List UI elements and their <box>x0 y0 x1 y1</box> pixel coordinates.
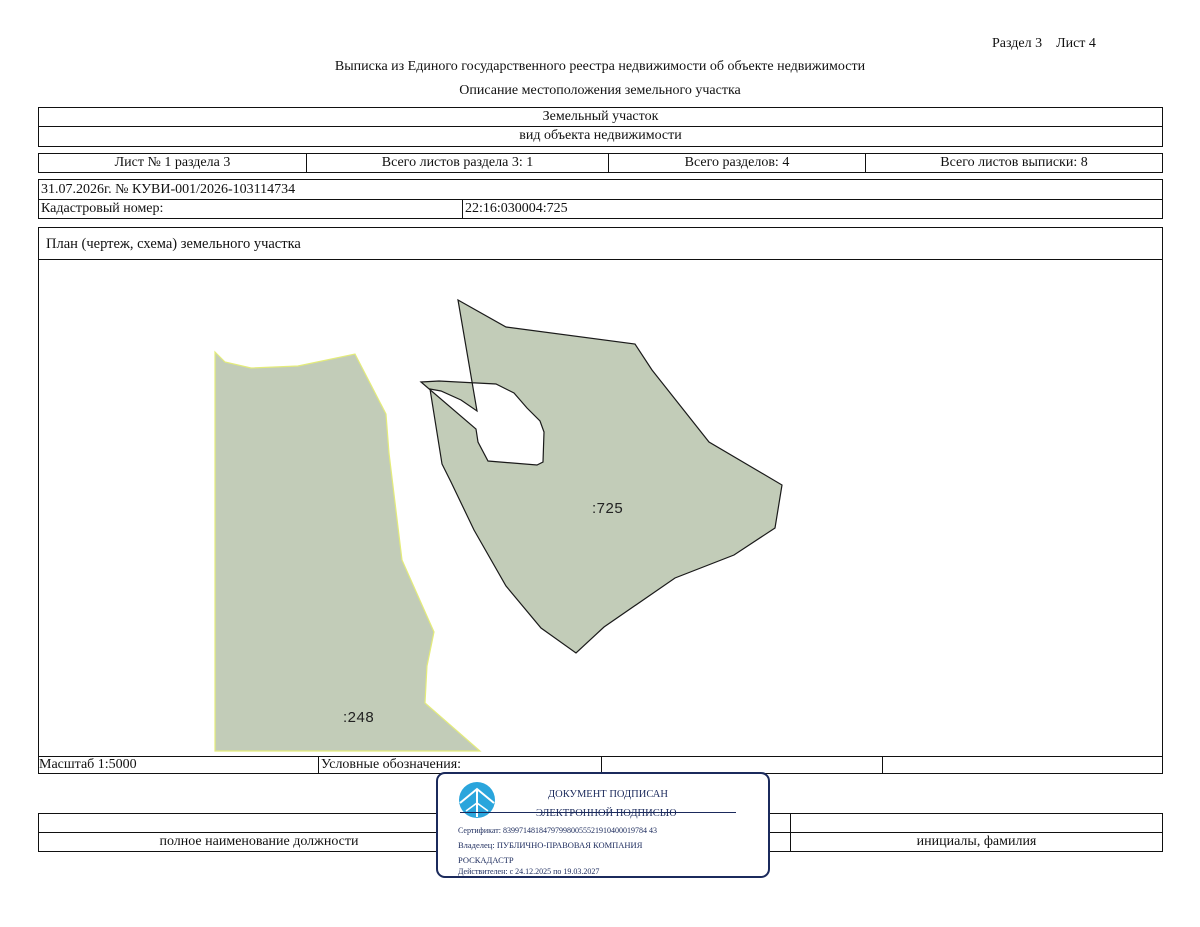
position-caption: полное наименование должности <box>159 834 359 849</box>
stamp-owner-1: Владелец: ПУБЛИЧНО-ПРАВОВАЯ КОМПАНИЯ <box>458 840 643 850</box>
sheets-row: Лист № 1 раздела 3 Всего листов раздела … <box>38 153 1163 173</box>
plan-table: План (чертеж, схема) земельного участка … <box>38 227 1163 774</box>
parcel-725-label: :725 <box>592 500 624 517</box>
section-sheet-label: Раздел 3 Лист 4 <box>992 36 1096 51</box>
stamp-certificate: Сертификат: 8399714818479799800555219104… <box>458 826 657 835</box>
stamp-line-2: ЭЛЕКТРОННОЙ ПОДПИСЬЮ <box>536 808 677 819</box>
document-subtitle: Описание местоположения земельного участ… <box>459 83 741 98</box>
parcel-725-shape <box>419 298 783 654</box>
cadastral-label: Кадастровый номер: <box>41 201 164 216</box>
electronic-signature-stamp: ДОКУМЕНТ ПОДПИСАН ЭЛЕКТРОННОЙ ПОДПИСЬЮ С… <box>436 772 770 878</box>
stamp-divider <box>460 812 736 813</box>
plan-title: План (чертеж, схема) земельного участка <box>46 236 301 252</box>
cadastral-number: 22:16:030004:725 <box>465 201 568 216</box>
document-title: Выписка из Единого государственного реес… <box>334 59 866 74</box>
stamp-owner-2: РОСКАДАСТР <box>458 855 514 865</box>
stamp-line-1: ДОКУМЕНТ ПОДПИСАН <box>548 789 668 800</box>
sheet-number: Лист № 1 раздела 3 <box>114 155 231 170</box>
total-sheets-section: Всего листов раздела 3: 1 <box>381 155 534 170</box>
object-type-caption: вид объекта недвижимости <box>519 128 682 143</box>
total-sections: Всего разделов: 4 <box>684 155 790 170</box>
record-table: 31.07.2026г. № КУВИ-001/2026-103114734 К… <box>38 179 1163 219</box>
legend-label: Условные обозначения: <box>321 757 462 772</box>
parcel-248-label: :248 <box>343 709 375 726</box>
date-number: 31.07.2026г. № КУВИ-001/2026-103114734 <box>41 181 296 197</box>
object-type-table: Земельный участок вид объекта недвижимос… <box>38 107 1163 147</box>
total-sheets-extract: Всего листов выписки: 8 <box>940 155 1088 170</box>
scale-label: Масштаб 1:5000 <box>39 757 137 772</box>
name-caption: инициалы, фамилия <box>916 834 1037 849</box>
rosreestr-emblem-icon <box>459 782 495 818</box>
object-type: Земельный участок <box>542 109 659 124</box>
stamp-validity: Действителен: с 24.12.2025 по 19.03.2027 <box>458 867 600 876</box>
